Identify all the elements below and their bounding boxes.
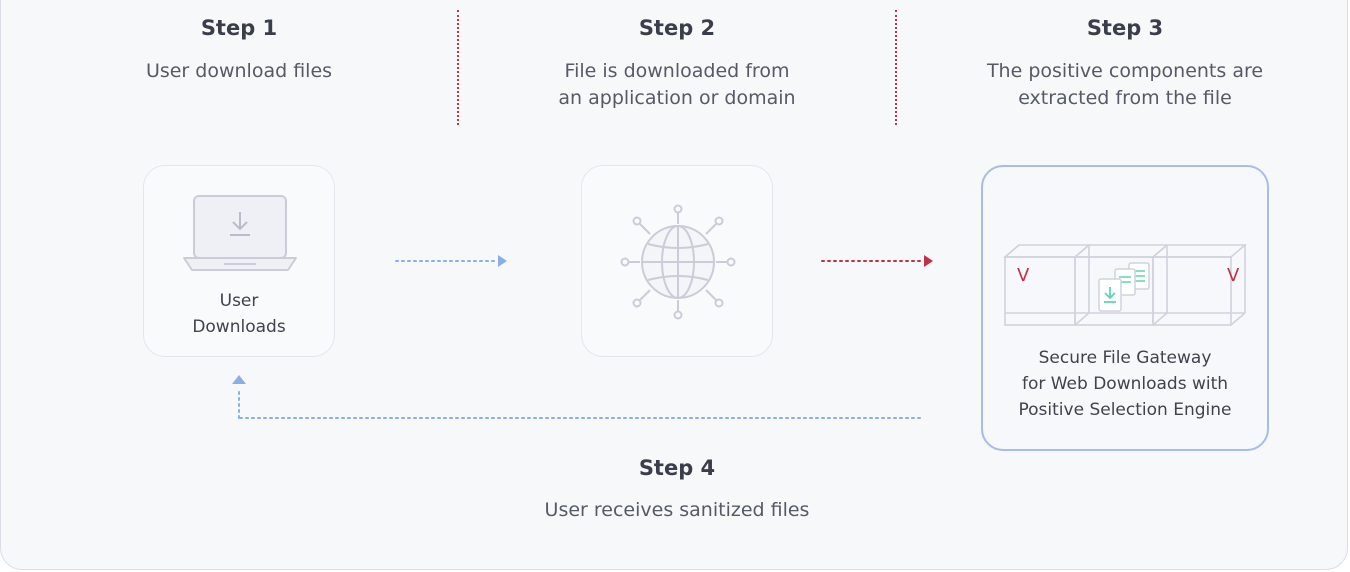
- arrow-user-to-internet: [395, 255, 507, 267]
- arrow-gateway-to-user: [232, 375, 921, 419]
- flow-arrows: [232, 255, 933, 419]
- arrow-internet-to-gateway: [821, 255, 933, 267]
- step-4-title: Step 4: [638, 456, 716, 480]
- step-4-description: User receives sanitized files: [544, 499, 810, 521]
